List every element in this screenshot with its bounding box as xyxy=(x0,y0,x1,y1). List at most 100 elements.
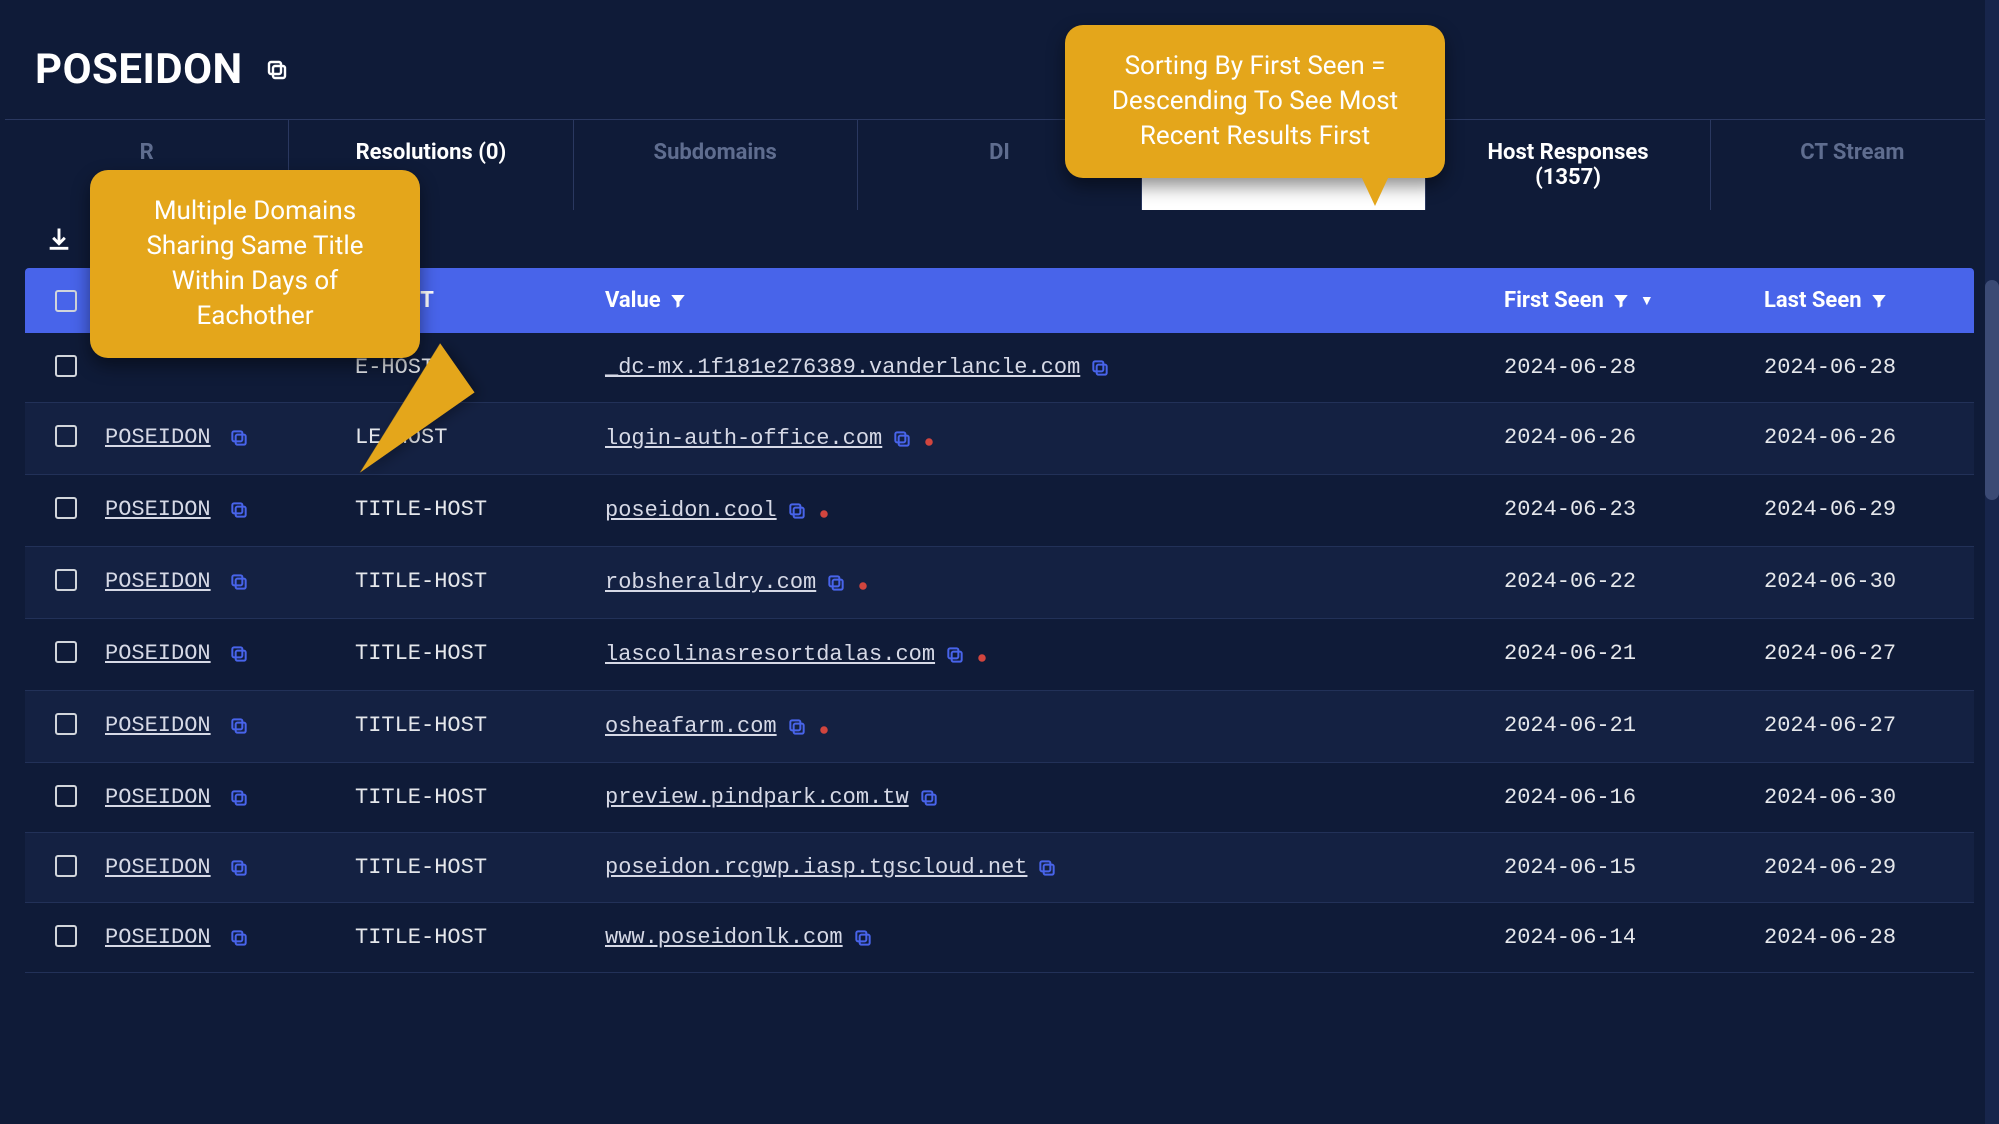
row-type: TITLE-HOST xyxy=(355,641,605,666)
row-last-seen: 2024-06-30 xyxy=(1764,569,1944,594)
copy-icon[interactable] xyxy=(945,645,965,665)
download-icon[interactable] xyxy=(45,228,73,247)
copy-icon[interactable] xyxy=(229,428,249,448)
warning-icon xyxy=(920,431,938,452)
callout-domains-text: Multiple Domains Sharing Same Title With… xyxy=(146,196,363,331)
copy-icon[interactable] xyxy=(265,58,289,82)
tab-5[interactable]: Host Responses (1357) xyxy=(1426,120,1710,210)
copy-icon[interactable] xyxy=(229,500,249,520)
copy-icon[interactable] xyxy=(229,928,249,948)
copy-icon[interactable] xyxy=(1090,358,1110,378)
copy-icon[interactable] xyxy=(892,429,912,449)
column-first-seen-label: First Seen xyxy=(1504,288,1604,313)
row-first-seen: 2024-06-26 xyxy=(1504,425,1764,450)
page-title: POSEIDON xyxy=(0,0,1999,119)
row-checkbox[interactable] xyxy=(55,641,77,663)
row-last-seen: 2024-06-28 xyxy=(1764,925,1944,950)
row-value-link[interactable]: poseidon.cool xyxy=(605,498,777,523)
row-title-link[interactable]: POSEIDON xyxy=(105,569,211,594)
row-last-seen: 2024-06-28 xyxy=(1764,355,1944,380)
table-row: POSEIDON TITLE-HOSTosheafarm.com 2024-06-2… xyxy=(25,691,1974,763)
copy-icon[interactable] xyxy=(229,788,249,808)
row-type: TITLE-HOST xyxy=(355,497,605,522)
row-title-link[interactable]: POSEIDON xyxy=(105,641,211,666)
copy-icon[interactable] xyxy=(229,572,249,592)
row-checkbox[interactable] xyxy=(55,355,77,377)
row-type: TITLE-HOST xyxy=(355,713,605,738)
copy-icon[interactable] xyxy=(853,928,873,948)
tab-2[interactable]: Subdomains xyxy=(574,120,858,210)
tab-label: DI xyxy=(989,140,1010,165)
tab-label: R xyxy=(140,140,154,165)
row-last-seen: 2024-06-27 xyxy=(1764,641,1944,666)
table-row: POSEIDON TITLE-HOSTposeidon.cool 2024-06-2… xyxy=(25,475,1974,547)
row-first-seen: 2024-06-28 xyxy=(1504,355,1764,380)
copy-icon[interactable] xyxy=(787,501,807,521)
row-first-seen: 2024-06-23 xyxy=(1504,497,1764,522)
warning-icon xyxy=(973,647,991,668)
row-first-seen: 2024-06-21 xyxy=(1504,713,1764,738)
scrollbar-thumb[interactable] xyxy=(1985,280,1999,500)
row-value-link[interactable]: login-auth-office.com xyxy=(605,426,882,451)
row-checkbox[interactable] xyxy=(55,785,77,807)
row-first-seen: 2024-06-21 xyxy=(1504,641,1764,666)
copy-icon[interactable] xyxy=(229,644,249,664)
row-title-link[interactable]: POSEIDON xyxy=(105,785,211,810)
row-checkbox[interactable] xyxy=(55,497,77,519)
row-value-link[interactable]: poseidon.rcgwp.iasp.tgscloud.net xyxy=(605,855,1027,880)
copy-icon[interactable] xyxy=(919,788,939,808)
row-last-seen: 2024-06-29 xyxy=(1764,855,1944,880)
callout-domains: Multiple Domains Sharing Same Title With… xyxy=(90,170,420,358)
row-value-link[interactable]: _dc-mx.1f181e276389.vanderlancle.com xyxy=(605,355,1080,380)
column-last-seen-label: Last Seen xyxy=(1764,288,1862,313)
table-row: POSEIDON TITLE-HOSTlascolinasresortdalas.… xyxy=(25,619,1974,691)
copy-icon[interactable] xyxy=(787,717,807,737)
row-title-link[interactable]: POSEIDON xyxy=(105,497,211,522)
table-row: POSEIDONTITLE-HOSTrobsheraldry.com2024-0… xyxy=(25,547,1974,619)
copy-icon[interactable] xyxy=(229,858,249,878)
row-value-link[interactable]: lascolinasresortdalas.com xyxy=(605,642,935,667)
row-first-seen: 2024-06-14 xyxy=(1504,925,1764,950)
column-header-value[interactable]: Value xyxy=(605,288,1504,313)
callout-sorting-text: Sorting By First Seen = Descending To Se… xyxy=(1112,51,1398,151)
row-title-link[interactable]: POSEIDON xyxy=(105,713,211,738)
row-checkbox[interactable] xyxy=(55,569,77,591)
row-checkbox[interactable] xyxy=(55,425,77,447)
row-checkbox[interactable] xyxy=(55,855,77,877)
row-last-seen: 2024-06-26 xyxy=(1764,425,1944,450)
row-value-link[interactable]: robsheraldry.com xyxy=(605,570,816,595)
tab-label: Resolutions (0) xyxy=(356,140,507,165)
table-row: POSEIDONLE-HOSTlogin-auth-office.com2024… xyxy=(25,403,1974,475)
filter-icon[interactable] xyxy=(669,288,687,313)
row-value-link[interactable]: www.poseidonlk.com xyxy=(605,925,843,950)
column-value-label: Value xyxy=(605,288,661,313)
warning-icon xyxy=(854,575,872,596)
select-all-checkbox[interactable] xyxy=(55,290,77,312)
row-value-link[interactable]: preview.pindpark.com.tw xyxy=(605,785,909,810)
scrollbar-track[interactable] xyxy=(1985,0,1999,1124)
row-first-seen: 2024-06-16 xyxy=(1504,785,1764,810)
copy-icon[interactable] xyxy=(1037,858,1057,878)
warning-icon xyxy=(815,719,833,740)
column-header-last-seen[interactable]: Last Seen xyxy=(1764,288,1944,313)
column-header-first-seen[interactable]: First Seen ▼ xyxy=(1504,288,1764,313)
row-first-seen: 2024-06-22 xyxy=(1504,569,1764,594)
copy-icon[interactable] xyxy=(229,716,249,736)
tab-6[interactable]: CT Stream xyxy=(1711,120,1994,210)
row-title-link[interactable]: POSEIDON xyxy=(105,855,211,880)
copy-icon[interactable] xyxy=(826,573,846,593)
tab-label: Subdomains xyxy=(654,140,777,165)
row-title-link[interactable]: POSEIDON xyxy=(105,425,211,450)
filter-icon[interactable] xyxy=(1612,288,1630,313)
sort-descending-icon[interactable]: ▼ xyxy=(1640,292,1654,309)
row-checkbox[interactable] xyxy=(55,713,77,735)
row-last-seen: 2024-06-29 xyxy=(1764,497,1944,522)
callout-tail xyxy=(1361,176,1389,206)
row-checkbox[interactable] xyxy=(55,925,77,947)
row-type: TITLE-HOST xyxy=(355,785,605,810)
warning-icon xyxy=(815,503,833,524)
filter-icon[interactable] xyxy=(1870,288,1888,313)
row-value-link[interactable]: osheafarm.com xyxy=(605,714,777,739)
table-row: POSEIDONTITLE-HOSTwww.poseidonlk.com2024… xyxy=(25,903,1974,973)
row-title-link[interactable]: POSEIDON xyxy=(105,925,211,950)
